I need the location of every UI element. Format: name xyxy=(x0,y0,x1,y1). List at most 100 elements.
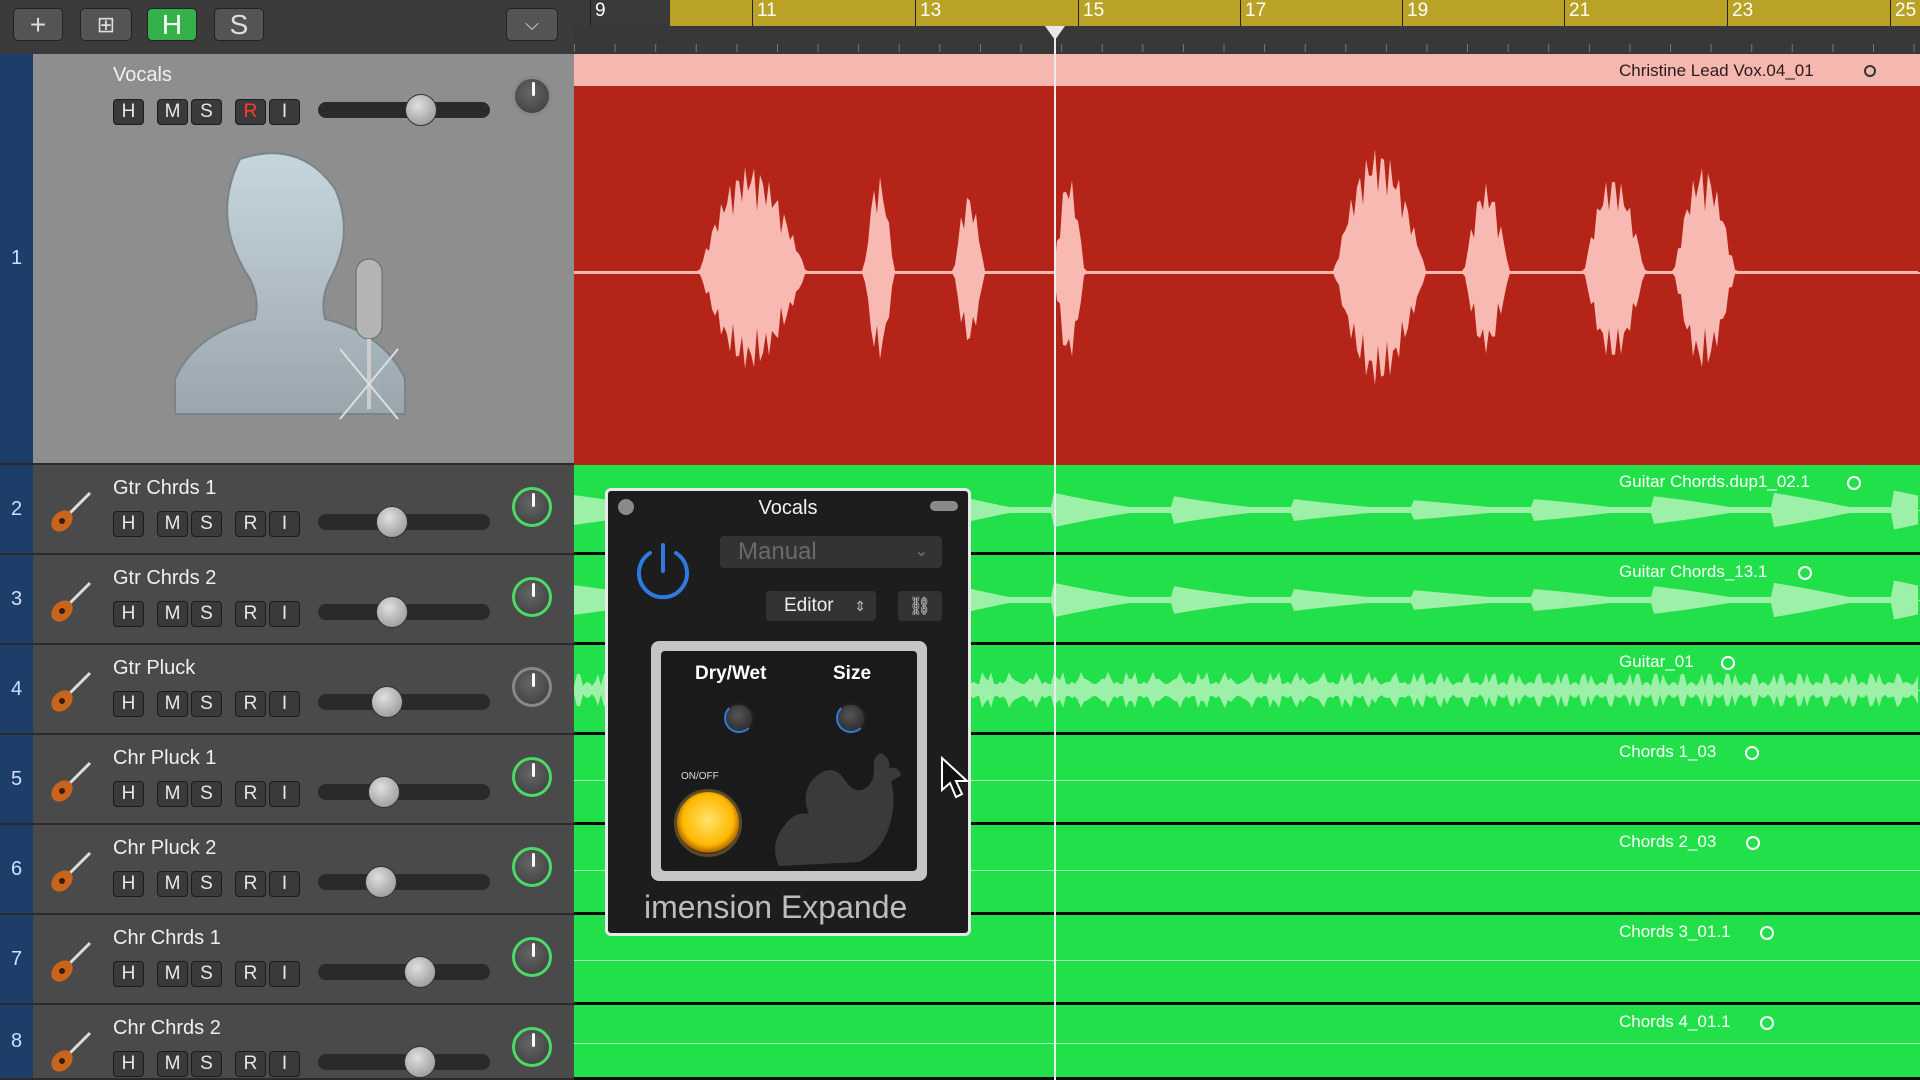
track-number[interactable]: 1 xyxy=(0,54,33,463)
solo-button[interactable]: S xyxy=(191,99,222,125)
hide-button[interactable]: H xyxy=(113,601,144,627)
pan-knob[interactable] xyxy=(512,847,552,887)
input-monitor-button[interactable]: I xyxy=(269,511,300,537)
solo-button[interactable]: S xyxy=(191,871,222,897)
pan-knob[interactable] xyxy=(512,76,552,116)
volume-slider-knob[interactable] xyxy=(405,94,437,126)
playhead-marker[interactable] xyxy=(1045,26,1065,40)
record-button[interactable]: R xyxy=(235,99,266,125)
input-monitor-button[interactable]: I xyxy=(269,781,300,807)
record-button[interactable]: R xyxy=(235,511,266,537)
input-monitor-button[interactable]: I xyxy=(269,601,300,627)
volume-slider-knob[interactable] xyxy=(368,776,400,808)
track-number[interactable]: 3 xyxy=(0,555,33,643)
volume-slider[interactable] xyxy=(318,102,490,118)
track-name[interactable]: Gtr Pluck xyxy=(113,657,195,680)
track-header-3[interactable]: 3 Gtr Chrds 2 HMSRI xyxy=(0,555,574,645)
track-number[interactable]: 7 xyxy=(0,915,33,1003)
input-monitor-button[interactable]: I xyxy=(269,691,300,717)
mute-button[interactable]: M xyxy=(157,1051,188,1077)
input-monitor-button[interactable]: I xyxy=(269,99,300,125)
track-number[interactable]: 5 xyxy=(0,735,33,823)
track-header-6[interactable]: 6 Chr Pluck 2 HMSRI xyxy=(0,825,574,915)
volume-slider-knob[interactable] xyxy=(376,506,408,538)
audio-region[interactable]: Chords 4_01.1 xyxy=(574,1005,1920,1080)
track-number[interactable]: 6 xyxy=(0,825,33,913)
pan-knob[interactable] xyxy=(512,757,552,797)
track-name[interactable]: Chr Chrds 1 xyxy=(113,927,221,950)
track-name[interactable]: Chr Pluck 2 xyxy=(113,837,216,860)
record-button[interactable]: R xyxy=(235,1051,266,1077)
plugin-window[interactable]: Vocals Manual ⌄ Editor ⇕ ⛓ Dry/Wet Size … xyxy=(605,488,971,936)
track-name[interactable]: Vocals xyxy=(113,64,172,87)
pan-knob[interactable] xyxy=(512,487,552,527)
mute-button[interactable]: M xyxy=(157,961,188,987)
playhead[interactable] xyxy=(1054,26,1056,1080)
hide-button[interactable]: H xyxy=(113,691,144,717)
volume-slider-knob[interactable] xyxy=(376,596,408,628)
mute-button[interactable]: M xyxy=(157,781,188,807)
mute-button[interactable]: M xyxy=(157,99,188,125)
record-button[interactable]: R xyxy=(235,871,266,897)
track-name[interactable]: Gtr Chrds 1 xyxy=(113,477,216,500)
editor-dropdown[interactable]: Editor ⇕ xyxy=(766,591,876,621)
drywet-knob[interactable] xyxy=(724,703,754,733)
mute-button[interactable]: M xyxy=(157,601,188,627)
volume-slider[interactable] xyxy=(318,784,490,800)
new-track-duplicate-button[interactable]: ⊞ xyxy=(80,8,132,41)
solo-button[interactable]: S xyxy=(191,691,222,717)
track-number[interactable]: 4 xyxy=(0,645,33,733)
volume-slider-knob[interactable] xyxy=(371,686,403,718)
pan-knob[interactable] xyxy=(512,577,552,617)
track-number[interactable]: 8 xyxy=(0,1005,33,1078)
mute-button[interactable]: M xyxy=(157,871,188,897)
record-button[interactable]: R xyxy=(235,601,266,627)
preset-dropdown[interactable]: Manual ⌄ xyxy=(720,536,942,568)
hide-button[interactable]: H xyxy=(113,961,144,987)
solo-toggle-button[interactable]: S xyxy=(214,8,264,41)
power-icon[interactable] xyxy=(632,539,694,601)
input-monitor-button[interactable]: I xyxy=(269,871,300,897)
hide-toggle-button[interactable]: H xyxy=(147,8,197,41)
record-button[interactable]: R xyxy=(235,961,266,987)
pan-knob[interactable] xyxy=(512,937,552,977)
solo-button[interactable]: S xyxy=(191,961,222,987)
volume-slider[interactable] xyxy=(318,694,490,710)
size-knob[interactable] xyxy=(836,703,866,733)
track-header-1[interactable]: 1 Vocals H M S R I xyxy=(0,54,574,465)
track-header-5[interactable]: 5 Chr Pluck 1 HMSRI xyxy=(0,735,574,825)
track-header-7[interactable]: 7 Chr Chrds 1 HMSRI xyxy=(0,915,574,1005)
solo-button[interactable]: S xyxy=(191,1051,222,1077)
track-header-2[interactable]: 2 Gtr Chrds 1 HMSRI xyxy=(0,465,574,555)
audio-region-vocal[interactable]: Christine Lead Vox.04_01 xyxy=(574,54,1920,465)
volume-slider-knob[interactable] xyxy=(365,866,397,898)
mute-button[interactable]: M xyxy=(157,691,188,717)
track-header-8[interactable]: 8 Chr Chrds 2 HMSRI xyxy=(0,1005,574,1080)
input-monitor-button[interactable]: I xyxy=(269,1051,300,1077)
volume-slider-knob[interactable] xyxy=(404,956,436,988)
track-number[interactable]: 2 xyxy=(0,465,33,553)
hide-button[interactable]: H xyxy=(113,511,144,537)
hide-button[interactable]: H xyxy=(113,99,144,125)
solo-button[interactable]: S xyxy=(191,511,222,537)
track-name[interactable]: Chr Chrds 2 xyxy=(113,1017,221,1040)
ruler-ticks[interactable] xyxy=(574,26,1920,55)
solo-button[interactable]: S xyxy=(191,601,222,627)
mute-button[interactable]: M xyxy=(157,511,188,537)
pan-knob[interactable] xyxy=(512,667,552,707)
hide-button[interactable]: H xyxy=(113,781,144,807)
record-button[interactable]: R xyxy=(235,781,266,807)
add-track-button[interactable]: + xyxy=(13,8,63,41)
track-header-4[interactable]: 4 Gtr Pluck H M S R I xyxy=(0,645,574,735)
track-name[interactable]: Gtr Chrds 2 xyxy=(113,567,216,590)
hide-button[interactable]: H xyxy=(113,871,144,897)
minimize-button[interactable] xyxy=(930,501,958,511)
volume-slider[interactable] xyxy=(318,874,490,890)
pan-knob[interactable] xyxy=(512,1027,552,1067)
onoff-button[interactable] xyxy=(674,789,742,857)
record-button[interactable]: R xyxy=(235,691,266,717)
solo-button[interactable]: S xyxy=(191,781,222,807)
input-monitor-button[interactable]: I xyxy=(269,961,300,987)
track-name[interactable]: Chr Pluck 1 xyxy=(113,747,216,770)
link-icon[interactable]: ⛓ xyxy=(898,591,942,621)
